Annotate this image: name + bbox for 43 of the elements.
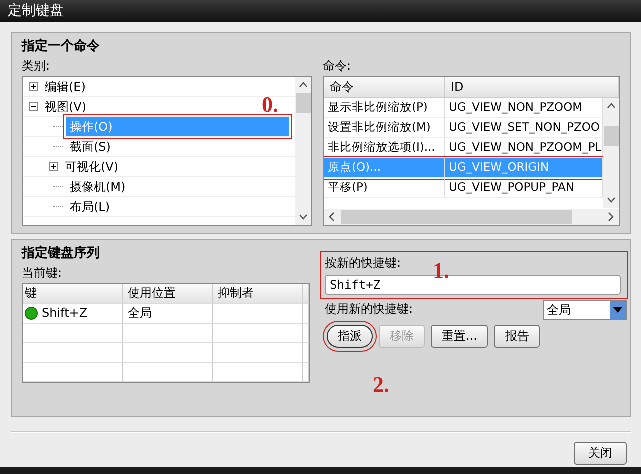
tree-item[interactable]: 截面(S)	[66, 137, 115, 156]
group-title: 指定键盘序列	[22, 244, 100, 263]
current-keys-label: 当前键:	[22, 265, 62, 282]
step-number: 0.	[262, 92, 278, 118]
new-shortcut-label: 按新的快捷键:	[325, 255, 402, 272]
command-row[interactable]: 显示非比例缩放(P) UG_VIEW_NON_PZOOM	[324, 98, 603, 118]
scrollbar[interactable]	[295, 77, 311, 225]
tree-item[interactable]: 视图(V)	[41, 97, 91, 116]
scroll-thumb[interactable]	[604, 126, 618, 146]
action-button[interactable]: 重置...	[431, 325, 488, 348]
group-title: 指定一个命令	[22, 38, 100, 56]
window-title: 定制键盘	[8, 2, 64, 20]
category-label: 类别:	[22, 58, 50, 75]
tree-item[interactable]: 编辑(E)	[41, 77, 90, 96]
column-header[interactable]: 键	[23, 284, 123, 303]
command-row[interactable]: 平移(P) UG_VIEW_POPUP_PAN	[324, 178, 603, 198]
scrollbar[interactable]	[324, 209, 619, 225]
table-cell-text: Shift+Z	[42, 305, 88, 322]
column-header[interactable]: 抑制者	[213, 284, 303, 303]
table-cell-text: 全局	[128, 305, 152, 322]
tree-item[interactable]: 摄像机(M)	[66, 177, 130, 196]
command-row[interactable]: 设置非比例缩放(M) UG_VIEW_SET_NON_PZOO	[324, 118, 603, 138]
column-header[interactable]: 命令	[324, 77, 445, 97]
tree-item[interactable]: 布局(L)	[66, 197, 114, 216]
table-cell: 平移(P)	[324, 178, 445, 197]
command-label: 命令:	[323, 58, 352, 75]
use-shortcut-label: 使用新的快捷键:	[325, 301, 414, 318]
step-number: 2.	[373, 372, 390, 398]
tree-item[interactable]: 可视化(V)	[61, 157, 123, 176]
table-cell: 设置非比例缩放(M)	[324, 118, 445, 137]
table-cell: 原点(O)...	[324, 158, 445, 177]
scroll-thumb[interactable]	[296, 93, 310, 113]
scope-dropdown[interactable]: 全局	[543, 300, 627, 320]
collapse-icon[interactable]	[29, 102, 38, 111]
expand-icon[interactable]	[29, 82, 38, 91]
expand-icon[interactable]	[49, 162, 58, 171]
table-cell: 显示非比例缩放(P)	[324, 98, 445, 117]
column-header[interactable]: ID	[445, 77, 619, 97]
close-button[interactable]: 关闭	[574, 442, 627, 465]
column-header[interactable]: 使用位置	[123, 284, 213, 303]
scroll-thumb[interactable]	[341, 210, 572, 224]
action-button[interactable]: 报告	[494, 325, 540, 348]
scrollbar[interactable]	[603, 98, 619, 208]
